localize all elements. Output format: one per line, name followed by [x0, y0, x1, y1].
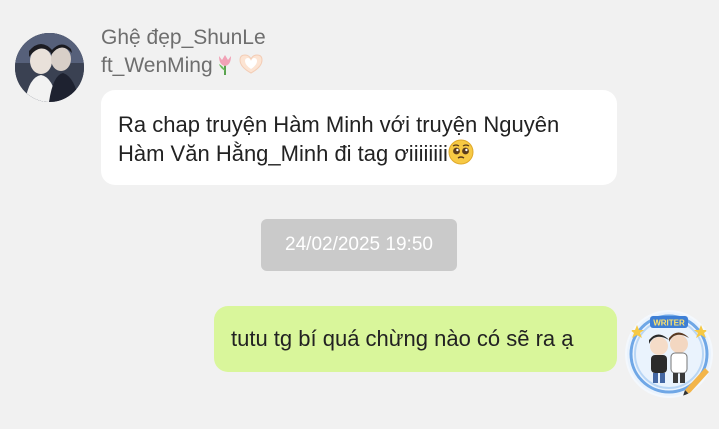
sender-avatar[interactable]	[15, 33, 84, 102]
heart-hands-icon	[237, 52, 265, 84]
timestamp-pill: 24/02/2025 19:50	[261, 219, 457, 271]
pleading-face-icon	[448, 139, 474, 172]
sender-avatar-image	[15, 33, 84, 102]
sender-name: Ghệ đẹp_ShunLe ft_WenMing	[101, 24, 341, 84]
user-avatar[interactable]: WRITER	[625, 310, 713, 398]
incoming-message-bubble[interactable]: Ra chap truyện Hàm Minh với truyện Nguyê…	[101, 90, 617, 185]
incoming-message-text: Ra chap truyện Hàm Minh với truyện Nguyê…	[118, 112, 560, 166]
outgoing-message-text: tutu tg bí quá chừng nào có sẽ ra ạ	[231, 326, 574, 351]
tulip-icon	[213, 52, 237, 84]
outgoing-message-bubble[interactable]: tutu tg bí quá chừng nào có sẽ ra ạ	[214, 306, 617, 372]
user-avatar-image: WRITER	[627, 312, 711, 396]
writer-badge-text: WRITER	[653, 319, 685, 328]
